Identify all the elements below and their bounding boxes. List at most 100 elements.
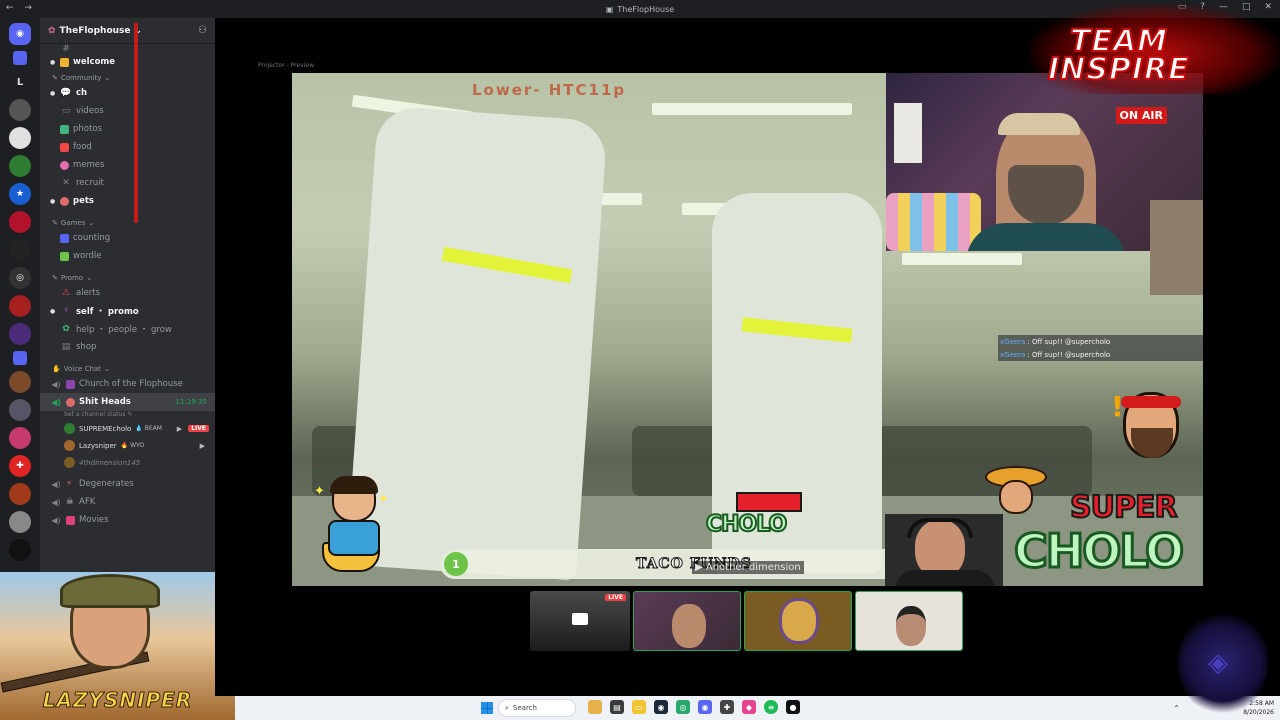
ceiling-light	[652, 103, 852, 115]
server-icon-small: ✿	[48, 25, 56, 36]
windows-start-icon[interactable]	[481, 702, 493, 714]
steam-icon[interactable]: ◉	[654, 700, 668, 714]
server-cross[interactable]: ✚	[9, 455, 31, 477]
server-folder-2[interactable]	[13, 351, 27, 365]
category-games[interactable]: ✎ Games ⌄	[40, 216, 215, 229]
app-icon-b[interactable]: ✚	[720, 700, 734, 714]
poster	[894, 103, 922, 163]
corner-watermark-logo: ◈	[1178, 610, 1268, 716]
streamer-shirt	[966, 223, 1126, 251]
channel-help-people-grow[interactable]: ✿ help ・ people ・ grow	[40, 320, 215, 338]
channel-self-promo[interactable]: ● ⚡ self ・ promo	[40, 302, 215, 320]
chrome-icon[interactable]: ◎	[676, 700, 690, 714]
channel-welcome[interactable]: ● welcome	[40, 53, 215, 71]
channel-photos[interactable]: photos	[40, 120, 215, 138]
channel-label: shop	[76, 342, 97, 352]
alert-icon: ⚠	[61, 288, 71, 298]
server-dark[interactable]	[9, 539, 31, 561]
category-promo[interactable]: ✎ Promo ⌄	[40, 271, 215, 284]
team-logo-line2: INSPIRE	[1047, 51, 1190, 88]
channel-label: recruit	[76, 178, 104, 188]
channel-label: alerts	[76, 288, 101, 298]
category-label: Promo	[60, 274, 84, 282]
tray-chevron-icon[interactable]: ⌃	[1173, 704, 1180, 713]
tile-screen-share[interactable]: LIVE	[530, 591, 630, 651]
channel-status-hint[interactable]: Set a channel status ✎	[40, 411, 215, 420]
app-icon-a[interactable]	[588, 700, 602, 714]
voice-afk[interactable]: ◀) ☠ AFK	[40, 493, 215, 511]
server-bus[interactable]	[9, 99, 31, 121]
voice-church[interactable]: ◀) Church of the Flophouse	[40, 375, 215, 393]
discord-icon[interactable]: ◉	[698, 700, 712, 714]
speaker-icon: ◀)	[51, 497, 61, 507]
tile-potato-avatar[interactable]	[744, 591, 852, 651]
channel-wordle[interactable]: wordle	[40, 247, 215, 265]
server-l[interactable]: L	[9, 71, 31, 93]
server-colorful[interactable]	[9, 295, 31, 317]
video-overlay-text: Lower- HTC11p	[472, 81, 627, 99]
tile-supremecholo-cam[interactable]	[633, 591, 741, 651]
spotify-icon[interactable]: ≡	[764, 700, 778, 714]
voice-shit-heads[interactable]: ◀) Shit Heads 11:19:35	[40, 393, 215, 411]
history-nav[interactable]: ← →	[6, 3, 36, 13]
member-name: SUPREMEcholo	[79, 424, 132, 433]
server-avatar-d[interactable]	[9, 483, 31, 505]
channel-chat[interactable]: ● 💬 ch	[40, 84, 215, 102]
channel-label: AFK	[79, 497, 96, 507]
category-label: Community	[60, 74, 102, 82]
goal-number: 1	[444, 552, 468, 576]
channel-label: photos	[73, 124, 102, 134]
character-hat	[60, 574, 160, 608]
voice-degenerates[interactable]: ◀) ⚡ Degenerates	[40, 475, 215, 493]
channel-cut-off[interactable]: #	[40, 44, 215, 54]
camera-icon: ▶	[199, 441, 205, 450]
voice-movies[interactable]: ◀) Movies	[40, 511, 215, 529]
skull-icon: ☠	[66, 497, 74, 507]
server-avatar-a[interactable]	[9, 371, 31, 393]
file-explorer-icon[interactable]: ▭	[632, 700, 646, 714]
watermark-glyph: ◈	[1208, 648, 1228, 678]
server-red[interactable]	[9, 211, 31, 233]
server-circle[interactable]: ◎	[9, 267, 31, 289]
channel-counting[interactable]: counting	[40, 229, 215, 247]
server-avatar-b[interactable]	[9, 399, 31, 421]
server-avatar-c[interactable]	[9, 427, 31, 449]
channel-recruit[interactable]: ✕ recruit	[40, 174, 215, 192]
obs-icon[interactable]: ●	[786, 700, 800, 714]
channel-alerts[interactable]: ⚠ alerts	[40, 284, 215, 302]
server-folder[interactable]	[13, 51, 27, 65]
channel-shop[interactable]: ▤ shop	[40, 338, 215, 356]
server-header[interactable]: ✿ TheFlophouse ⌄ ⚇	[40, 18, 215, 44]
chevron-down-icon: ⌄	[104, 74, 111, 82]
lazysniper-overlay: LAZYSNIPER	[0, 572, 235, 720]
clock-date: 8/20/2026	[1243, 709, 1274, 716]
server-figure[interactable]	[9, 127, 31, 149]
taskbar-apps: ▤ ▭ ◉ ◎ ◉ ✚ ◆ ≡ ●	[588, 700, 800, 714]
channel-sidebar: ✿ TheFlophouse ⌄ ⚇ # ● welcome ✎ Communi…	[40, 18, 215, 572]
voice-member[interactable]: 4thdimension145	[40, 454, 215, 471]
server-star[interactable]: ★	[9, 183, 31, 205]
channel-food[interactable]: food	[40, 138, 215, 156]
task-view-icon[interactable]: ▤	[610, 700, 624, 714]
cholo-gamer-mascot: !	[1105, 380, 1197, 468]
voice-member[interactable]: SUPREMEcholo 💧 BEAM ▶ LIVE	[40, 420, 215, 437]
unread-dot: ●	[50, 89, 56, 97]
logo-super-text: SUPER	[1069, 489, 1179, 526]
category-voice[interactable]: ✋ Voice Chat ⌄	[40, 362, 215, 375]
add-member-icon[interactable]: ⚇	[198, 25, 207, 36]
category-community[interactable]: ✎ Community ⌄	[40, 71, 215, 84]
channel-pets[interactable]: ● pets	[40, 192, 215, 210]
channel-label: counting	[73, 233, 111, 243]
sparkle-icon: ✦	[314, 484, 325, 499]
channel-memes[interactable]: memes	[40, 156, 215, 174]
server-wolf[interactable]	[9, 511, 31, 533]
home-button[interactable]: ◉	[9, 23, 31, 45]
channel-videos[interactable]: ▭ videos	[40, 102, 215, 120]
server-green[interactable]	[9, 155, 31, 177]
taskbar-search[interactable]: ⌕ Search	[498, 699, 576, 717]
server-purple[interactable]	[9, 323, 31, 345]
tile-guest-cam[interactable]	[855, 591, 963, 651]
server-elite[interactable]	[9, 239, 31, 261]
voice-member[interactable]: Lazysniper 🔥 WYO ▶	[40, 437, 215, 454]
app-icon-c[interactable]: ◆	[742, 700, 756, 714]
